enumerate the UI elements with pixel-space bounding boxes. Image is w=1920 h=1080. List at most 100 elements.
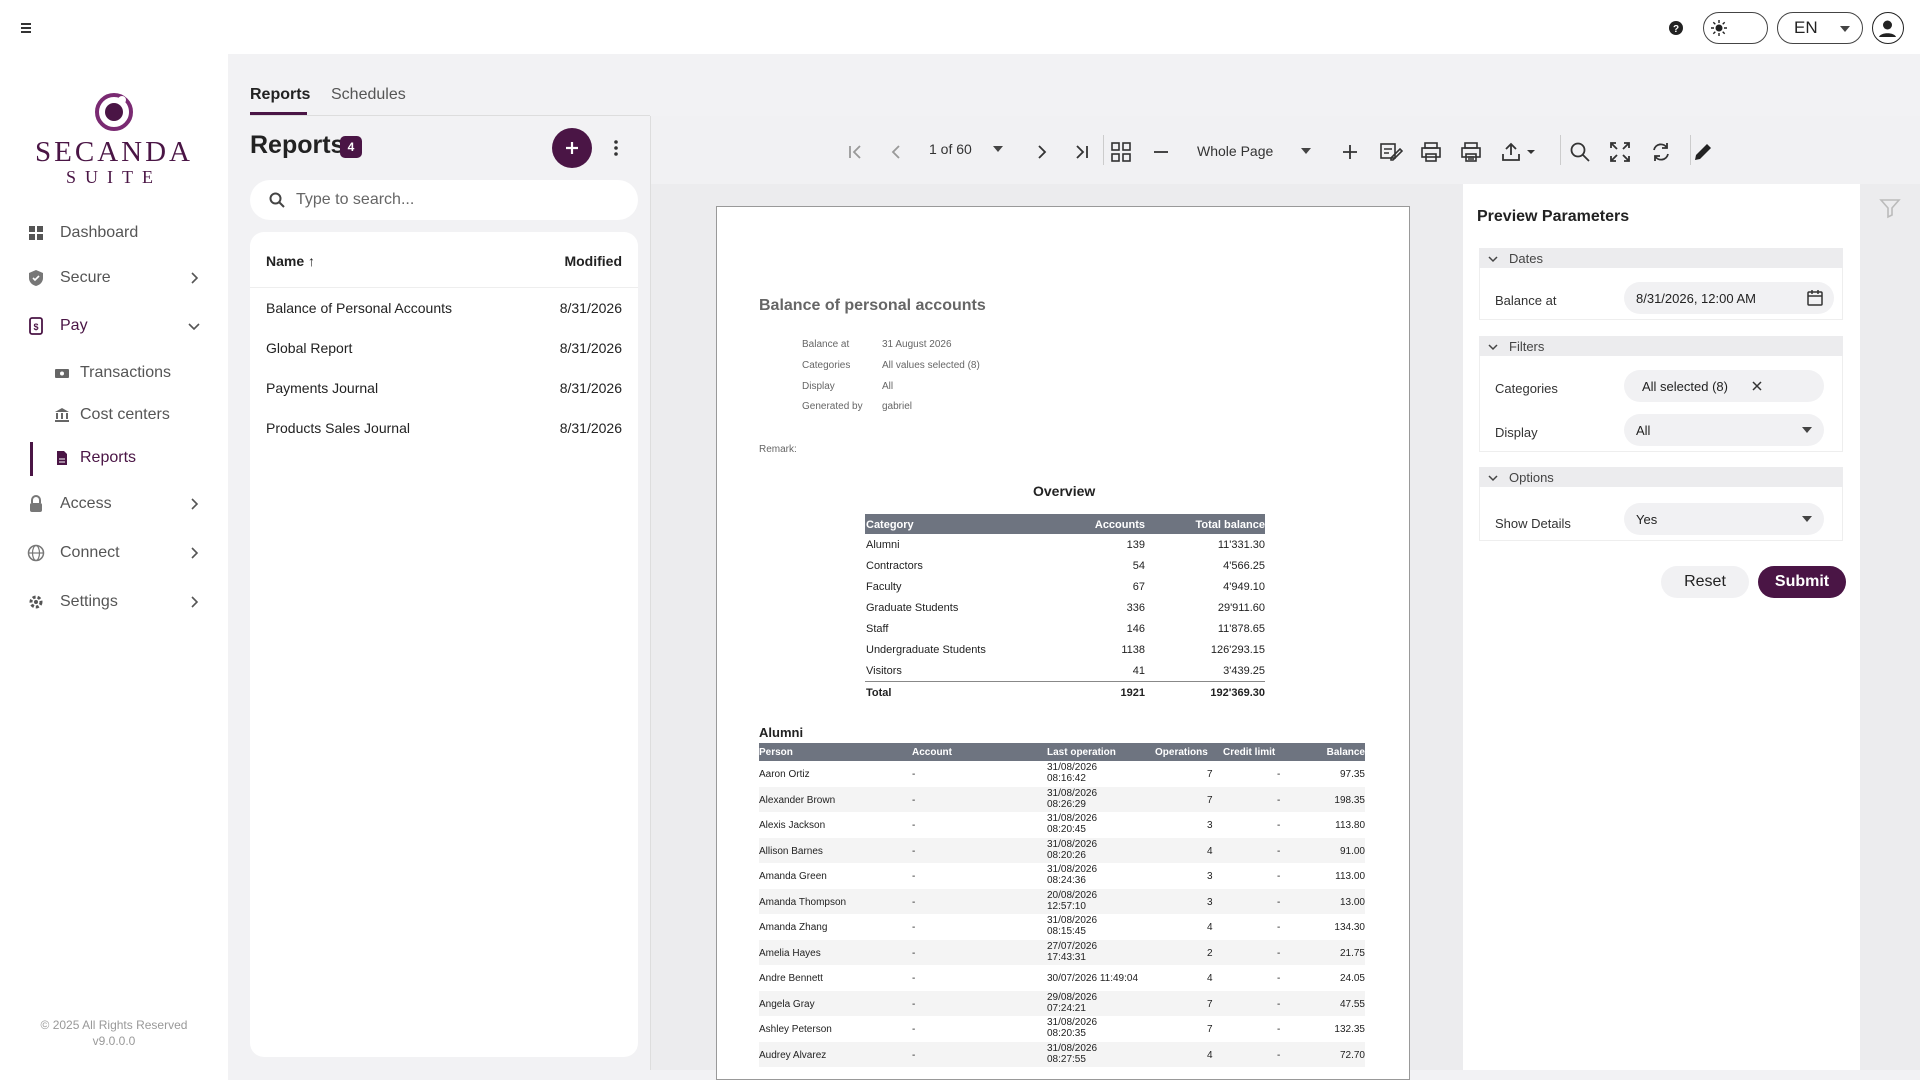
user-avatar-button[interactable]	[1872, 12, 1904, 44]
cell: 31/08/2026 08:20:35	[1047, 1017, 1098, 1039]
cell: -	[1277, 845, 1281, 857]
language-select[interactable]: EN	[1777, 12, 1863, 44]
cell: -	[912, 769, 916, 780]
list-item[interactable]: Global Report 8/31/2026	[250, 328, 638, 368]
next-page-icon[interactable]	[1030, 140, 1054, 164]
cell: Visitors	[866, 665, 902, 677]
sidebar-item-transactions[interactable]: Transactions	[0, 355, 228, 391]
tab-reports[interactable]: Reports	[250, 86, 310, 104]
tab-schedules[interactable]: Schedules	[331, 86, 406, 104]
sidebar-item-reports[interactable]: Reports	[0, 440, 228, 476]
theme-toggle[interactable]	[1703, 12, 1768, 44]
cell: 4	[1207, 845, 1213, 857]
edit-parameters-icon[interactable]	[1379, 140, 1403, 164]
report-file-icon	[54, 450, 70, 466]
section-dates[interactable]: Dates	[1479, 248, 1843, 268]
sidebar-item-settings[interactable]: Settings	[0, 582, 228, 622]
categories-select[interactable]: All selected (8)	[1624, 370, 1824, 402]
last-page-icon[interactable]	[1070, 140, 1094, 164]
table-row: Alexander Brown - 31/08/2026 08:26:29 7 - 198…	[759, 786, 1365, 812]
pencil-icon[interactable]	[1691, 140, 1715, 164]
tab-bar: Reports Schedules	[228, 54, 1920, 116]
refresh-icon[interactable]	[1649, 140, 1673, 164]
column-header-name[interactable]: Name ↑	[266, 253, 315, 269]
search-input[interactable]	[296, 180, 626, 220]
svg-text:?: ?	[1673, 24, 1679, 35]
sidebar-item-dashboard[interactable]: Dashboard	[0, 213, 228, 253]
cell: 4	[1207, 973, 1213, 984]
cell: -	[912, 998, 916, 1010]
column-header: Account	[912, 747, 952, 758]
cell: -	[1277, 794, 1281, 806]
print-icon[interactable]	[1419, 140, 1443, 164]
filters-box: Categories All selected (8) Display All	[1479, 356, 1843, 452]
table-row: Graduate Students 336 29'911.60	[865, 597, 1265, 618]
first-page-icon[interactable]	[843, 140, 867, 164]
column-header: Person	[759, 747, 793, 758]
add-report-button[interactable]	[552, 128, 592, 168]
cell: 41	[1132, 665, 1145, 677]
previous-page-icon[interactable]	[884, 140, 908, 164]
more-vert-icon[interactable]	[606, 136, 626, 160]
show-details-select[interactable]: Yes	[1624, 503, 1824, 535]
cell: 47.55	[1339, 998, 1365, 1010]
page-select[interactable]: 1 of 60	[913, 132, 1013, 166]
cell: 31/08/2026 08:24:36	[1047, 864, 1098, 886]
balance-at-input[interactable]: 8/31/2026, 12:00 AM	[1624, 282, 1834, 314]
display-label: Display	[1495, 425, 1538, 440]
sidebar-item-connect[interactable]: Connect	[0, 533, 228, 573]
cell: 21.75	[1339, 947, 1365, 959]
search-icon[interactable]	[1568, 140, 1592, 164]
language-value: EN	[1794, 18, 1818, 37]
print-page-icon[interactable]	[1459, 140, 1483, 164]
cell: 126'293.15	[1210, 644, 1265, 656]
meta-value: All values selected (8)	[882, 360, 980, 371]
reset-button[interactable]: Reset	[1661, 566, 1749, 598]
list-item[interactable]: Payments Journal 8/31/2026	[250, 368, 638, 408]
lock-icon	[26, 494, 46, 514]
cell: 30/07/2026 11:49:04	[1047, 973, 1139, 984]
cell: Angela Gray	[759, 998, 815, 1010]
fullscreen-icon[interactable]	[1608, 140, 1632, 164]
meta-value: 31 August 2026	[882, 339, 952, 350]
help-icon[interactable]: ?	[1664, 16, 1688, 40]
shield-icon	[26, 268, 46, 288]
cell: 7	[1207, 998, 1213, 1010]
cell: Amelia Hayes	[759, 947, 821, 959]
sidebar-item-secure[interactable]: Secure	[0, 258, 228, 298]
zoom-out-icon[interactable]	[1149, 140, 1173, 164]
meta-value: gabriel	[882, 401, 913, 412]
sidebar-item-pay[interactable]: $ Pay	[0, 306, 228, 346]
cell: 134.30	[1334, 922, 1365, 933]
report-modified: 8/31/2026	[559, 380, 622, 396]
cell: 1921	[1120, 687, 1145, 699]
section-options[interactable]: Options	[1479, 467, 1843, 487]
list-item[interactable]: Products Sales Journal 8/31/2026	[250, 408, 638, 448]
report-name: Products Sales Journal	[266, 420, 410, 436]
list-item[interactable]: Balance of Personal Accounts 8/31/2026	[250, 288, 638, 328]
report-name: Balance of Personal Accounts	[266, 300, 453, 316]
chevron-right-icon	[186, 545, 202, 561]
section-filters[interactable]: Filters	[1479, 336, 1843, 356]
cell: 27/07/2026 17:43:31	[1047, 940, 1098, 963]
multi-page-icon[interactable]	[1109, 140, 1133, 164]
submit-button[interactable]: Submit	[1758, 566, 1846, 598]
chevron-down-icon	[1488, 475, 1498, 482]
caret-down-icon	[1802, 427, 1812, 433]
sidebar-item-cost-centers[interactable]: Cost centers	[0, 397, 228, 433]
filter-tab[interactable]	[1860, 184, 1920, 230]
cell: 4'566.25	[1223, 560, 1265, 572]
zoom-select[interactable]: Whole Page	[1181, 134, 1321, 168]
cell: 11'878.65	[1217, 623, 1265, 635]
sidebar-item-label: Reports	[80, 449, 137, 466]
column-header-modified[interactable]: Modified	[564, 253, 622, 269]
export-icon[interactable]	[1499, 140, 1539, 164]
sidebar-item-access[interactable]: Access	[0, 484, 228, 524]
cell: -	[1277, 871, 1281, 882]
menu-icon[interactable]	[14, 16, 38, 40]
toolbar-divider	[1103, 135, 1104, 165]
close-icon[interactable]	[1752, 381, 1762, 391]
display-select[interactable]: All	[1624, 414, 1824, 446]
zoom-in-icon[interactable]	[1338, 140, 1362, 164]
chevron-right-icon	[186, 270, 202, 286]
